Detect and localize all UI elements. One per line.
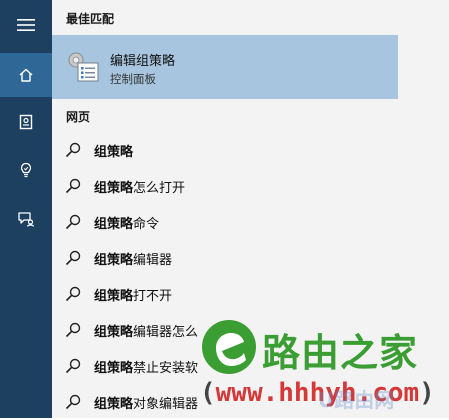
- home-icon: [19, 68, 33, 82]
- notebook-button[interactable]: [0, 100, 52, 144]
- web-result-item[interactable]: 组策略: [52, 132, 398, 168]
- web-result-label: 组策略编辑器怎么: [94, 325, 199, 340]
- web-result-item[interactable]: 组策略编辑器: [52, 240, 398, 276]
- lightbulb-icon: [20, 162, 32, 178]
- best-match-title: 编辑组策略: [110, 54, 176, 69]
- start-sidebar: [0, 0, 52, 418]
- web-result-label: 组策略: [94, 145, 134, 160]
- web-result-label: 组策略打不开: [94, 289, 173, 304]
- web-result-item[interactable]: 组策略怎么打开: [52, 168, 398, 204]
- insights-button[interactable]: [0, 148, 52, 192]
- web-result-label: 组策略怎么打开: [94, 181, 186, 196]
- web-result-label: 组策略禁止安装软: [94, 361, 199, 376]
- web-header: 网页: [66, 110, 91, 124]
- feedback-button[interactable]: [0, 197, 52, 241]
- search-icon: [65, 178, 81, 194]
- feedback-icon: [18, 212, 35, 227]
- search-icon: [65, 322, 81, 338]
- watermark-site-name: 路由之家: [262, 331, 419, 375]
- best-match-header: 最佳匹配: [66, 12, 115, 26]
- search-icon: [65, 214, 81, 230]
- search-icon: [65, 358, 81, 374]
- home-button[interactable]: [0, 53, 52, 97]
- search-icon: [65, 286, 81, 302]
- menu-button[interactable]: [0, 3, 52, 47]
- search-results-panel: 最佳匹配 编辑组策略 控制面板 网页 组策略组策略怎么打开 组策略命令组策略编辑器…: [52, 0, 449, 418]
- web-result-item[interactable]: 组策略打不开: [52, 276, 398, 312]
- search-icon: [65, 250, 81, 266]
- search-icon: [65, 394, 81, 410]
- notebook-icon: [19, 114, 33, 130]
- web-result-label: 组策略对象编辑器: [94, 397, 199, 412]
- group-policy-editor-icon: [68, 52, 99, 82]
- watermark-badge: U路由网: [318, 388, 395, 412]
- hamburger-menu-icon: [17, 19, 35, 31]
- search-icon: [65, 142, 81, 158]
- best-match-result[interactable]: 编辑组策略 控制面板: [52, 35, 398, 99]
- web-result-label: 组策略命令: [94, 217, 160, 232]
- watermark-logo-icon: [202, 320, 256, 374]
- web-result-label: 组策略编辑器: [94, 253, 173, 268]
- web-result-item[interactable]: 组策略命令: [52, 204, 398, 240]
- best-match-subtitle: 控制面板: [110, 72, 156, 86]
